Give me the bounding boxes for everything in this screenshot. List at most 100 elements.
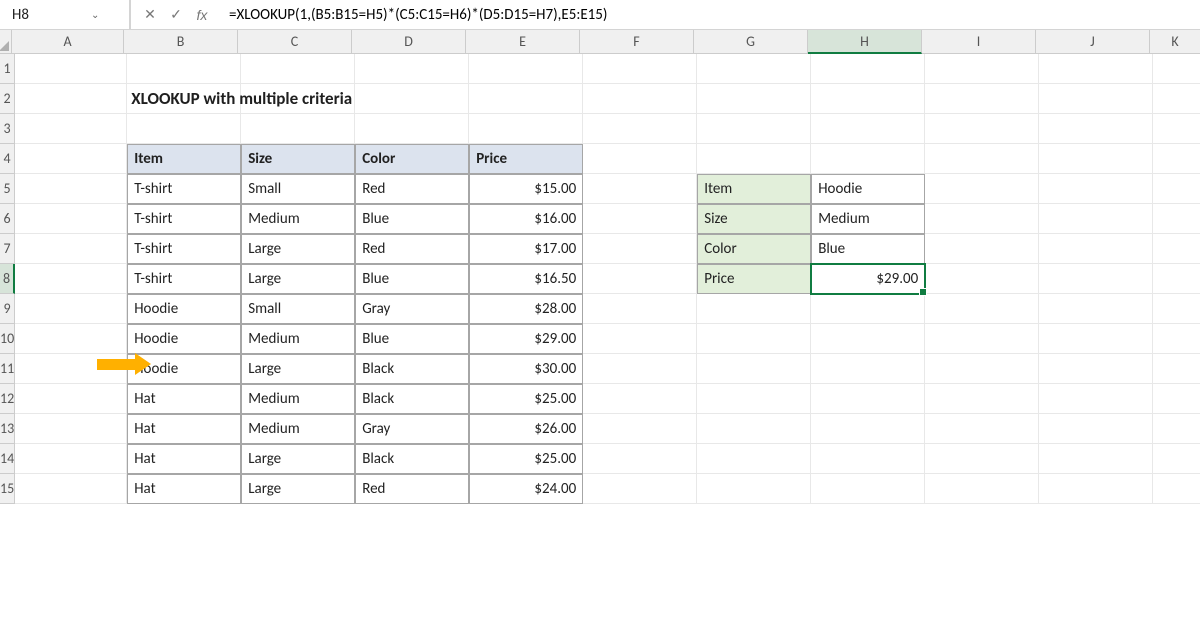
cell[interactable] <box>697 54 811 84</box>
cell[interactable] <box>697 474 811 504</box>
row-header-10[interactable]: 10 <box>0 324 15 354</box>
table-cell[interactable]: $29.00 <box>469 324 583 354</box>
cell[interactable] <box>15 294 127 324</box>
table-cell[interactable]: Blue <box>355 264 469 294</box>
row-header-2[interactable]: 2 <box>0 84 15 114</box>
cell[interactable] <box>697 294 811 324</box>
cell[interactable] <box>697 444 811 474</box>
col-header-e[interactable]: E <box>466 30 580 54</box>
cell[interactable] <box>469 114 583 144</box>
table-cell[interactable]: $30.00 <box>469 354 583 384</box>
cell[interactable] <box>1153 324 1200 354</box>
cell[interactable] <box>15 324 127 354</box>
table-cell[interactable]: Black <box>355 384 469 414</box>
row-header-1[interactable]: 1 <box>0 54 15 84</box>
table-cell[interactable]: Gray <box>355 414 469 444</box>
cell[interactable] <box>925 354 1039 384</box>
lookup-label-item[interactable]: Item <box>697 174 811 204</box>
lookup-label-price[interactable]: Price <box>697 264 811 294</box>
lookup-value-color[interactable]: Blue <box>811 234 925 264</box>
table-cell[interactable]: Medium <box>241 384 355 414</box>
cell[interactable] <box>15 234 127 264</box>
title-cell[interactable]: XLOOKUP with multiple criteria <box>127 84 241 114</box>
table-cell[interactable]: $25.00 <box>469 384 583 414</box>
cell[interactable] <box>925 474 1039 504</box>
cell[interactable] <box>1153 204 1200 234</box>
cell[interactable] <box>925 294 1039 324</box>
lookup-result-price[interactable]: $29.00 <box>811 264 925 294</box>
cell[interactable] <box>355 54 469 84</box>
cell[interactable] <box>811 324 925 354</box>
row-header-7[interactable]: 7 <box>0 234 15 264</box>
cell[interactable] <box>241 54 355 84</box>
table-cell[interactable]: Medium <box>241 204 355 234</box>
col-header-k[interactable]: K <box>1150 30 1200 54</box>
table-cell[interactable]: Large <box>241 234 355 264</box>
cell[interactable] <box>1039 114 1153 144</box>
row-header-14[interactable]: 14 <box>0 444 15 474</box>
table-cell[interactable]: $25.00 <box>469 444 583 474</box>
row-header-4[interactable]: 4 <box>0 144 15 174</box>
cancel-icon[interactable]: ✕ <box>141 6 159 23</box>
table-cell[interactable]: $26.00 <box>469 414 583 444</box>
cell[interactable] <box>1039 294 1153 324</box>
row-header-11[interactable]: 11 <box>0 354 15 384</box>
cell[interactable] <box>583 84 697 114</box>
row-header-6[interactable]: 6 <box>0 204 15 234</box>
cell[interactable] <box>15 114 127 144</box>
enter-icon[interactable]: ✓ <box>167 6 185 23</box>
cell[interactable] <box>925 234 1039 264</box>
table-header-size[interactable]: Size <box>241 144 355 174</box>
table-cell[interactable]: Gray <box>355 294 469 324</box>
cell[interactable] <box>15 264 127 294</box>
cell[interactable] <box>697 354 811 384</box>
col-header-i[interactable]: I <box>922 30 1036 54</box>
cell[interactable] <box>1153 354 1200 384</box>
col-header-j[interactable]: J <box>1036 30 1150 54</box>
table-cell[interactable]: Small <box>241 174 355 204</box>
name-box[interactable]: H8 ⌄ <box>0 0 130 29</box>
cell[interactable] <box>697 414 811 444</box>
table-cell[interactable]: Red <box>355 474 469 504</box>
table-cell[interactable]: Small <box>241 294 355 324</box>
cell[interactable] <box>1153 294 1200 324</box>
cell[interactable] <box>811 414 925 444</box>
table-cell[interactable]: $16.00 <box>469 204 583 234</box>
cell[interactable] <box>127 114 241 144</box>
col-header-a[interactable]: A <box>12 30 124 54</box>
cell[interactable] <box>15 414 127 444</box>
col-header-f[interactable]: F <box>580 30 694 54</box>
table-cell[interactable]: Black <box>355 354 469 384</box>
cell[interactable] <box>127 54 241 84</box>
cell[interactable] <box>697 114 811 144</box>
cell[interactable] <box>1039 204 1153 234</box>
cell[interactable] <box>583 54 697 84</box>
cell[interactable] <box>1039 144 1153 174</box>
cell[interactable] <box>1153 234 1200 264</box>
cell[interactable] <box>925 324 1039 354</box>
table-cell[interactable]: Blue <box>355 324 469 354</box>
cell[interactable] <box>1039 444 1153 474</box>
cell[interactable] <box>583 324 697 354</box>
table-cell[interactable]: $17.00 <box>469 234 583 264</box>
cell[interactable] <box>1153 444 1200 474</box>
cell[interactable] <box>15 54 127 84</box>
table-cell[interactable]: Red <box>355 234 469 264</box>
cell[interactable] <box>15 204 127 234</box>
select-all-corner[interactable] <box>0 30 12 54</box>
table-cell[interactable]: T-shirt <box>127 264 241 294</box>
cell[interactable] <box>925 174 1039 204</box>
col-header-h[interactable]: H <box>808 30 922 54</box>
table-cell[interactable]: Medium <box>241 324 355 354</box>
table-header-color[interactable]: Color <box>355 144 469 174</box>
table-cell[interactable]: Large <box>241 354 355 384</box>
table-cell[interactable]: $15.00 <box>469 174 583 204</box>
cell[interactable] <box>583 234 697 264</box>
cell[interactable] <box>811 114 925 144</box>
cell[interactable] <box>583 474 697 504</box>
cell[interactable] <box>811 144 925 174</box>
table-header-price[interactable]: Price <box>469 144 583 174</box>
cell[interactable] <box>811 84 925 114</box>
table-cell[interactable]: Hoodie <box>127 294 241 324</box>
cell[interactable] <box>355 84 469 114</box>
